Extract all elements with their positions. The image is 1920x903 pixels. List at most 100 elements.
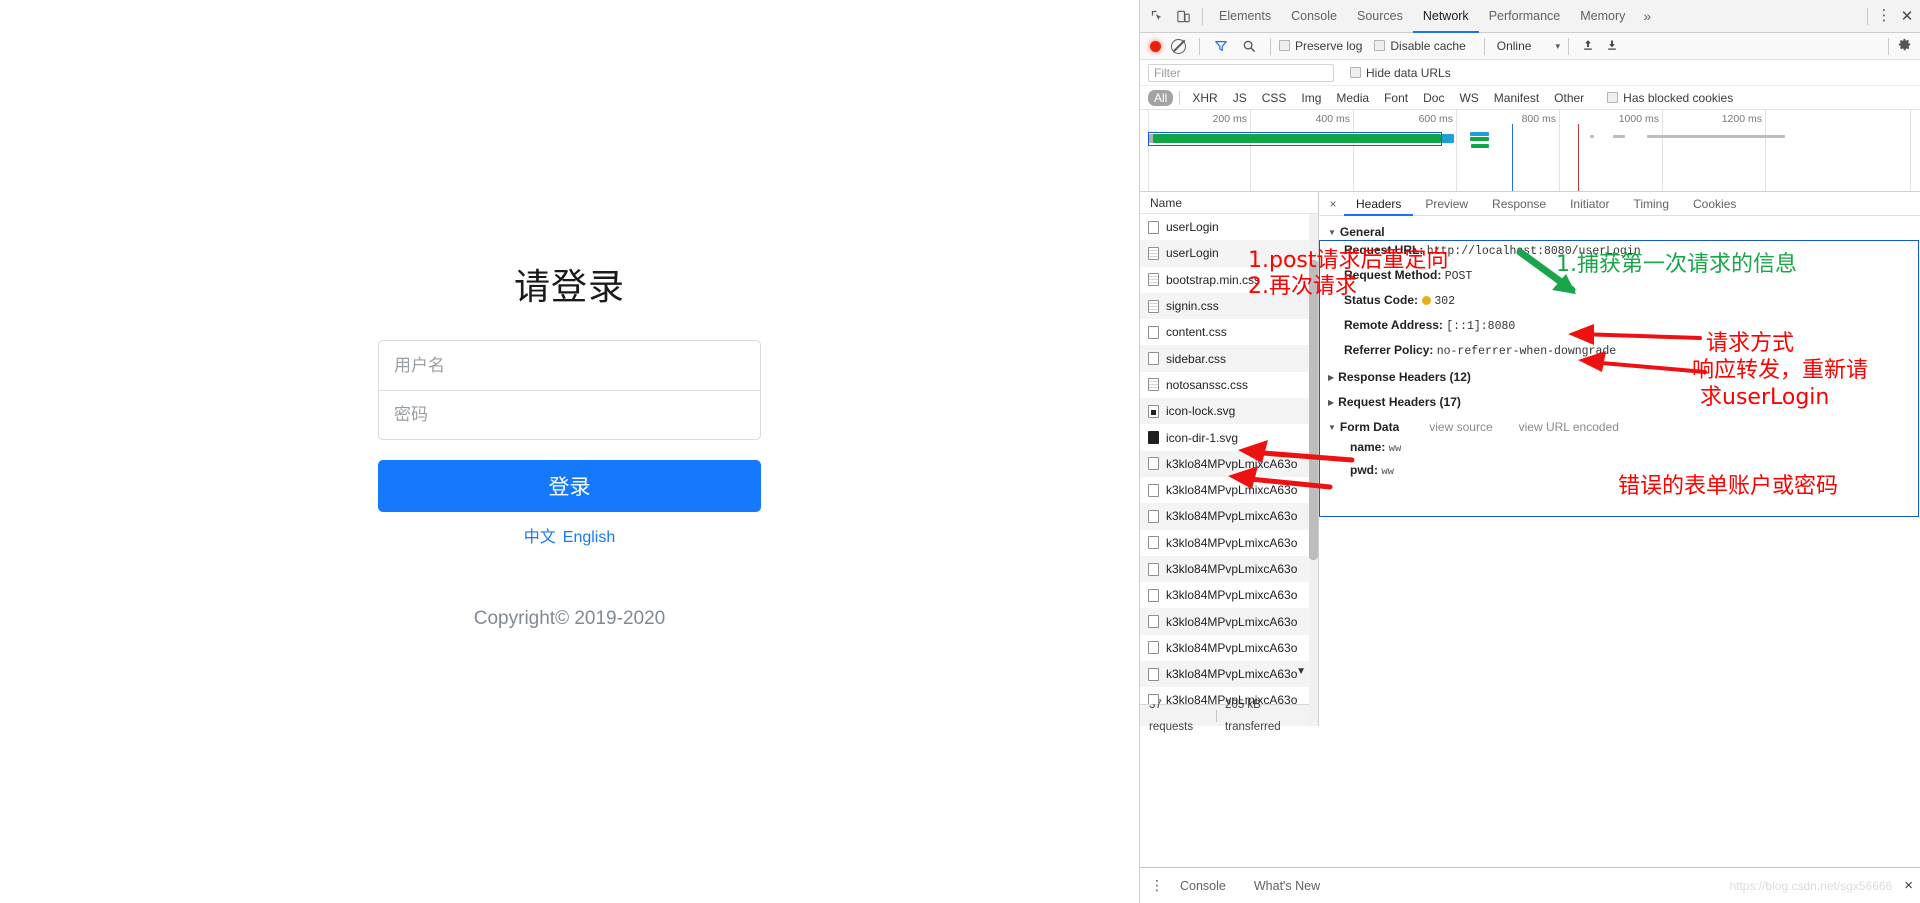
export-har-icon[interactable] — [1601, 38, 1623, 55]
kebab-menu-icon[interactable]: ⋮ — [1148, 878, 1166, 892]
detail-tab-preview[interactable]: Preview — [1413, 192, 1480, 216]
type-filter-other[interactable]: Other — [1548, 90, 1590, 106]
tab-memory[interactable]: Memory — [1570, 0, 1635, 33]
net-divider-4 — [1567, 37, 1569, 55]
more-tabs-icon[interactable]: » — [1635, 0, 1659, 33]
request-row[interactable]: userLogin — [1140, 214, 1318, 240]
disable-cache-checkbox[interactable]: Disable cache — [1374, 39, 1466, 53]
referrer-policy-key: Referrer Policy: — [1344, 343, 1434, 357]
tab-elements[interactable]: Elements — [1209, 0, 1281, 33]
password-input[interactable] — [378, 390, 761, 440]
requests-column-header[interactable]: Name — [1140, 192, 1318, 214]
tab-sources[interactable]: Sources — [1347, 0, 1413, 33]
request-row[interactable]: icon-lock.svg — [1140, 398, 1318, 425]
request-row[interactable]: k3klo84MPvpLmixcA63o — [1140, 687, 1318, 704]
request-row[interactable]: k3klo84MPvpLmixcA63o — [1140, 477, 1318, 503]
request-row[interactable]: icon-dir-1.svg — [1140, 424, 1318, 450]
request-list-scrollbar[interactable] — [1309, 214, 1318, 726]
request-detail-panel: × Headers Preview Response Initiator Tim… — [1319, 192, 1920, 726]
status-divider — [1216, 709, 1218, 722]
lang-english-link[interactable]: English — [563, 529, 615, 546]
request-row[interactable]: k3klo84MPvpLmixcA63o — [1140, 661, 1318, 688]
overview-selection-frame[interactable] — [1148, 132, 1442, 146]
detail-tab-initiator[interactable]: Initiator — [1558, 192, 1621, 216]
request-row[interactable]: k3klo84MPvpLmixcA63o — [1140, 635, 1318, 661]
drawer-tab-whats-new[interactable]: What's New — [1240, 879, 1334, 893]
type-filter-media[interactable]: Media — [1330, 90, 1375, 106]
type-filter-all[interactable]: All — [1148, 89, 1174, 106]
triangle-right-icon: ▶ — [1328, 372, 1335, 382]
response-headers-section-header[interactable]: ▶ Response Headers (12) — [1328, 370, 1920, 384]
form-data-section-header[interactable]: ▼ Form Data view source view URL encoded — [1328, 420, 1920, 434]
request-row[interactable]: notosanssc.css — [1140, 372, 1318, 398]
type-filter-font[interactable]: Font — [1378, 90, 1414, 106]
kebab-menu-icon[interactable]: ⋮ — [1874, 8, 1894, 23]
detail-tab-timing[interactable]: Timing — [1621, 192, 1681, 216]
tab-network[interactable]: Network — [1413, 0, 1479, 33]
throttling-select[interactable]: Online — [1497, 39, 1532, 53]
request-row[interactable]: bootstrap.min.css — [1140, 267, 1318, 293]
request-row[interactable]: signin.css — [1140, 292, 1318, 320]
request-list[interactable]: userLogin userLogin bootstrap.min.css si… — [1140, 214, 1318, 704]
filter-funnel-icon[interactable] — [1208, 33, 1234, 59]
doc-icon — [1148, 246, 1159, 260]
overview-bar — [1470, 137, 1489, 141]
drawer-tab-console[interactable]: Console — [1166, 879, 1240, 893]
username-input[interactable] — [378, 340, 761, 390]
type-filter-xhr[interactable]: XHR — [1186, 90, 1223, 106]
close-icon[interactable]: × — [1322, 197, 1344, 211]
detail-tab-response[interactable]: Response — [1480, 192, 1558, 216]
form-data-heading: Form Data — [1339, 420, 1400, 434]
request-row[interactable]: content.css — [1140, 319, 1318, 345]
gear-icon[interactable] — [1897, 37, 1912, 55]
detail-tab-headers[interactable]: Headers — [1344, 192, 1413, 216]
request-headers-section-header[interactable]: ▶ Request Headers (17) — [1328, 395, 1920, 409]
scrollbar-thumb[interactable] — [1309, 260, 1318, 560]
type-filter-manifest[interactable]: Manifest — [1488, 90, 1545, 106]
form-name-key: name: — [1350, 440, 1386, 454]
clear-icon[interactable] — [1171, 38, 1186, 54]
request-row[interactable]: k3klo84MPvpLmixcA63o — [1140, 555, 1318, 583]
overview-bar — [1441, 134, 1454, 143]
blank-doc-icon — [1148, 693, 1159, 704]
request-row[interactable]: userLogin — [1140, 240, 1318, 267]
network-toolbar: Preserve log Disable cache Online ▾ — [1140, 33, 1920, 60]
devtools-tabbar: Elements Console Sources Network Perform… — [1140, 0, 1920, 33]
import-har-icon[interactable] — [1577, 38, 1599, 55]
hide-data-urls-checkbox[interactable]: Hide data URLs — [1350, 66, 1451, 80]
type-filter-js[interactable]: JS — [1227, 90, 1253, 106]
request-row[interactable]: k3klo84MPvpLmixcA63o — [1140, 530, 1318, 556]
request-row[interactable]: k3klo84MPvpLmixcA63o — [1140, 608, 1318, 635]
lang-chinese-link[interactable]: 中文 — [524, 529, 556, 546]
login-submit-button[interactable]: 登录 — [378, 460, 761, 512]
tab-console[interactable]: Console — [1281, 0, 1347, 33]
preserve-log-checkbox[interactable]: Preserve log — [1279, 39, 1362, 53]
login-form: 请登录 登录 中文 English — [378, 258, 761, 547]
inspect-element-icon[interactable] — [1144, 3, 1170, 29]
type-filter-img[interactable]: Img — [1295, 90, 1327, 106]
tab-performance[interactable]: Performance — [1479, 0, 1571, 33]
chevron-down-icon[interactable]: ▾ — [1555, 41, 1560, 52]
filter-input[interactable] — [1148, 63, 1334, 82]
request-row[interactable]: sidebar.css — [1140, 345, 1318, 372]
network-overview-timeline[interactable]: 200 ms 400 ms 600 ms 800 ms 1000 ms 1200… — [1140, 110, 1920, 192]
detail-tabbar: × Headers Preview Response Initiator Tim… — [1319, 192, 1920, 216]
request-row[interactable]: k3klo84MPvpLmixcA63o — [1140, 450, 1318, 477]
view-url-encoded-link[interactable]: view URL encoded — [1519, 420, 1619, 434]
request-row[interactable]: k3klo84MPvpLmixcA63o — [1140, 582, 1318, 608]
type-filter-css[interactable]: CSS — [1256, 90, 1293, 106]
chevron-down-icon[interactable]: ▼ — [1296, 666, 1306, 677]
type-filter-doc[interactable]: Doc — [1417, 90, 1450, 106]
device-toolbar-icon[interactable] — [1170, 3, 1196, 29]
close-devtools-icon[interactable]: ✕ — [1894, 7, 1920, 25]
detail-tab-cookies[interactable]: Cookies — [1681, 192, 1748, 216]
record-icon[interactable] — [1150, 40, 1161, 52]
general-section-header[interactable]: ▼ General — [1328, 225, 1920, 239]
type-filter-ws[interactable]: WS — [1453, 90, 1484, 106]
close-drawer-icon[interactable]: × — [1904, 877, 1913, 894]
view-source-link[interactable]: view source — [1429, 420, 1492, 434]
search-icon[interactable] — [1236, 33, 1262, 59]
request-row[interactable]: k3klo84MPvpLmixcA63o — [1140, 503, 1318, 530]
request-name: userLogin — [1166, 220, 1219, 235]
has-blocked-cookies-checkbox[interactable]: Has blocked cookies — [1607, 91, 1733, 105]
